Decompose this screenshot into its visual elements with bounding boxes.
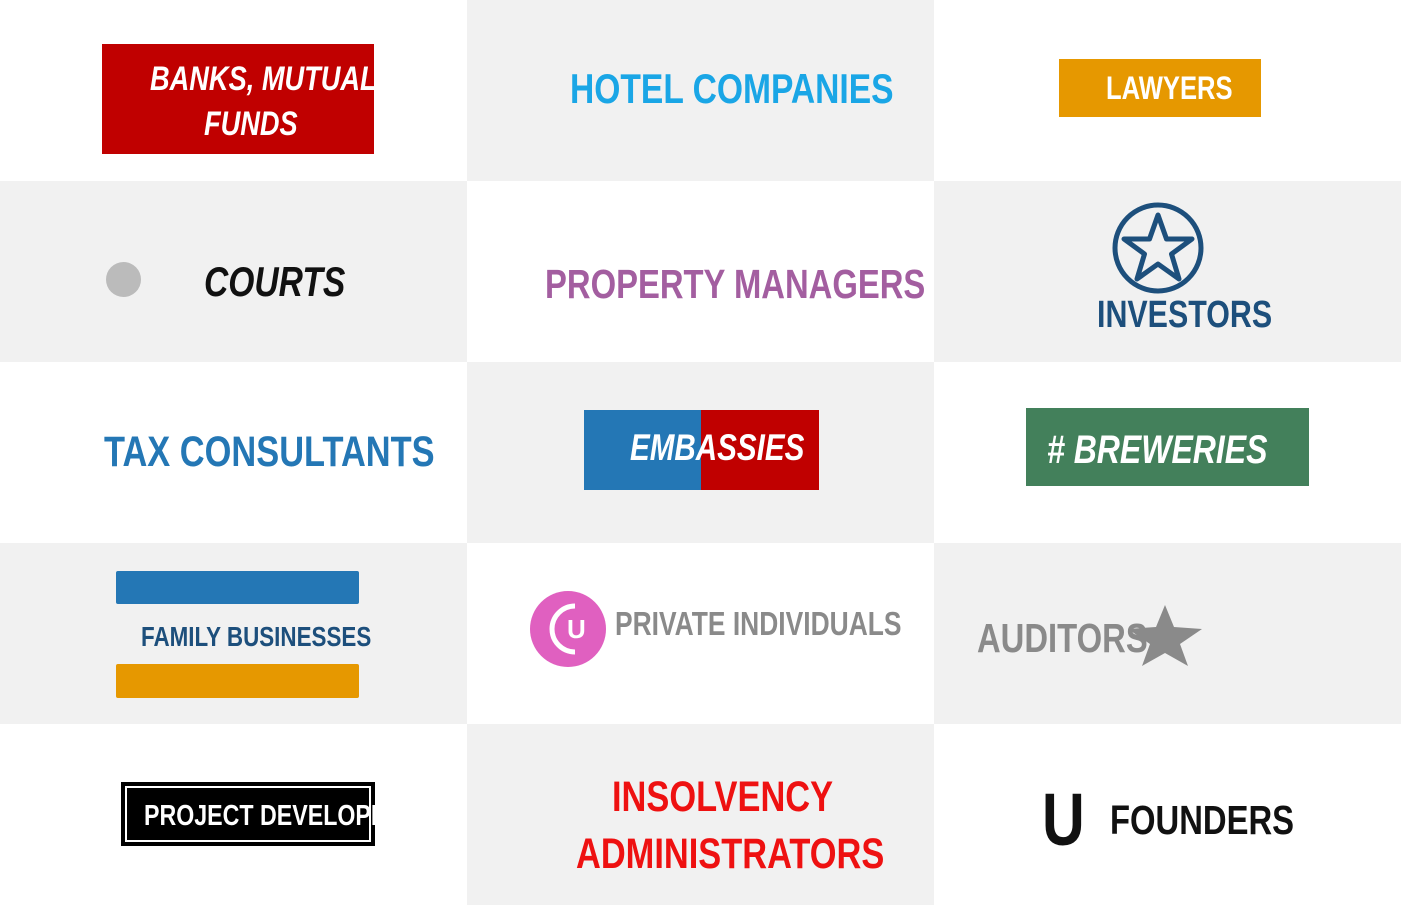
cell-auditors: AUDITORS (934, 543, 1401, 724)
investors-label: INVESTORS (1097, 294, 1273, 336)
insolvency-label-line2: ADMINISTRATORS (576, 830, 885, 878)
founders-letter-icon: U (1042, 778, 1085, 861)
cell-family: FAMILY BUSINESSES (0, 543, 467, 724)
family-bar-top (116, 571, 359, 604)
target-groups-grid: BANKS, MUTUAL FUNDS HOTEL COMPANIES LAWY… (0, 0, 1401, 905)
lawyers-label: LAWYERS (1106, 70, 1233, 106)
star-icon (1128, 605, 1202, 666)
cell-project: PROJECT DEVELOPERS (0, 724, 467, 905)
private-label: PRIVATE INDIVIDUALS (615, 605, 902, 642)
auditors-label: AUDITORS (977, 615, 1148, 661)
family-label: FAMILY BUSINESSES (141, 621, 372, 652)
cell-insolvency: INSOLVENCY ADMINISTRATORS (467, 724, 934, 905)
banks-label-line2: FUNDS (204, 105, 298, 143)
cell-private: U PRIVATE INDIVIDUALS (467, 543, 934, 724)
founders-label: FOUNDERS (1110, 797, 1295, 843)
star-circle-icon (1112, 202, 1204, 294)
insolvency-label-line1: INSOLVENCY (612, 773, 834, 821)
cell-embassies: EMBASSIES (467, 362, 934, 543)
cell-property: PROPERTY MANAGERS (467, 181, 934, 362)
hotel-label: HOTEL COMPANIES (570, 65, 894, 112)
svg-text:U: U (567, 614, 586, 644)
tax-label: TAX CONSULTANTS (104, 428, 435, 476)
cu-badge-icon: U (530, 591, 606, 667)
courts-dot-icon (106, 262, 141, 297)
cell-courts: COURTS (0, 181, 467, 362)
banks-label-line1: BANKS, MUTUAL (150, 60, 377, 98)
cell-tax: TAX CONSULTANTS (0, 362, 467, 543)
embassies-label: EMBASSIES (630, 427, 805, 468)
cell-banks: BANKS, MUTUAL FUNDS (0, 0, 467, 181)
cell-breweries: # BREWERIES (934, 362, 1401, 543)
family-bar-bottom (116, 664, 359, 698)
cell-investors: INVESTORS (934, 181, 1401, 362)
cell-lawyers: LAWYERS (934, 0, 1401, 181)
breweries-label: # BREWERIES (1047, 428, 1268, 472)
cell-hotel: HOTEL COMPANIES (467, 0, 934, 181)
cell-founders: U FOUNDERS (934, 724, 1401, 905)
project-label: PROJECT DEVELOPERS (144, 800, 419, 832)
property-label: PROPERTY MANAGERS (545, 261, 926, 307)
courts-label: COURTS (204, 258, 346, 305)
